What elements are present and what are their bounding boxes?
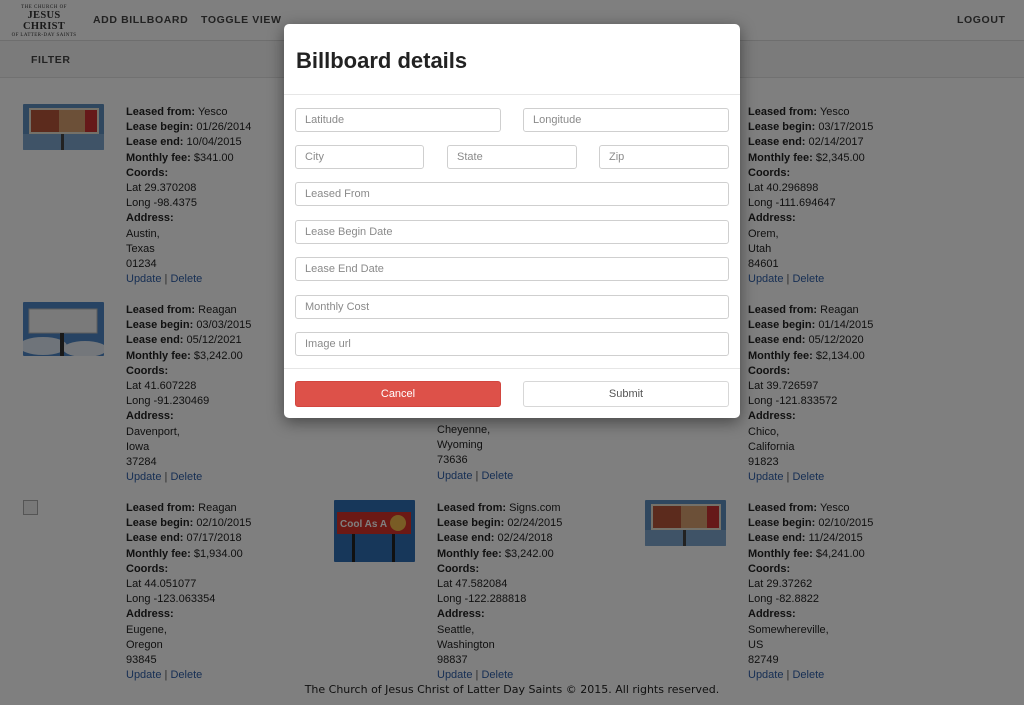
modal-footer-divider [284, 368, 740, 369]
billboard-details-modal: Billboard details Cancel Submit [284, 24, 740, 418]
city-input[interactable] [295, 145, 424, 169]
zip-input[interactable] [599, 145, 729, 169]
lease-end-date-input[interactable] [295, 257, 729, 281]
leased-from-input[interactable] [295, 182, 729, 206]
longitude-input[interactable] [523, 108, 729, 132]
submit-button[interactable]: Submit [523, 381, 729, 407]
lease-begin-date-input[interactable] [295, 220, 729, 244]
modal-title: Billboard details [296, 48, 468, 73]
cancel-button[interactable]: Cancel [295, 381, 501, 407]
image-url-input[interactable] [295, 332, 729, 356]
modal-header-divider [284, 94, 740, 95]
latitude-input[interactable] [295, 108, 501, 132]
monthly-cost-input[interactable] [295, 295, 729, 319]
state-input[interactable] [447, 145, 577, 169]
